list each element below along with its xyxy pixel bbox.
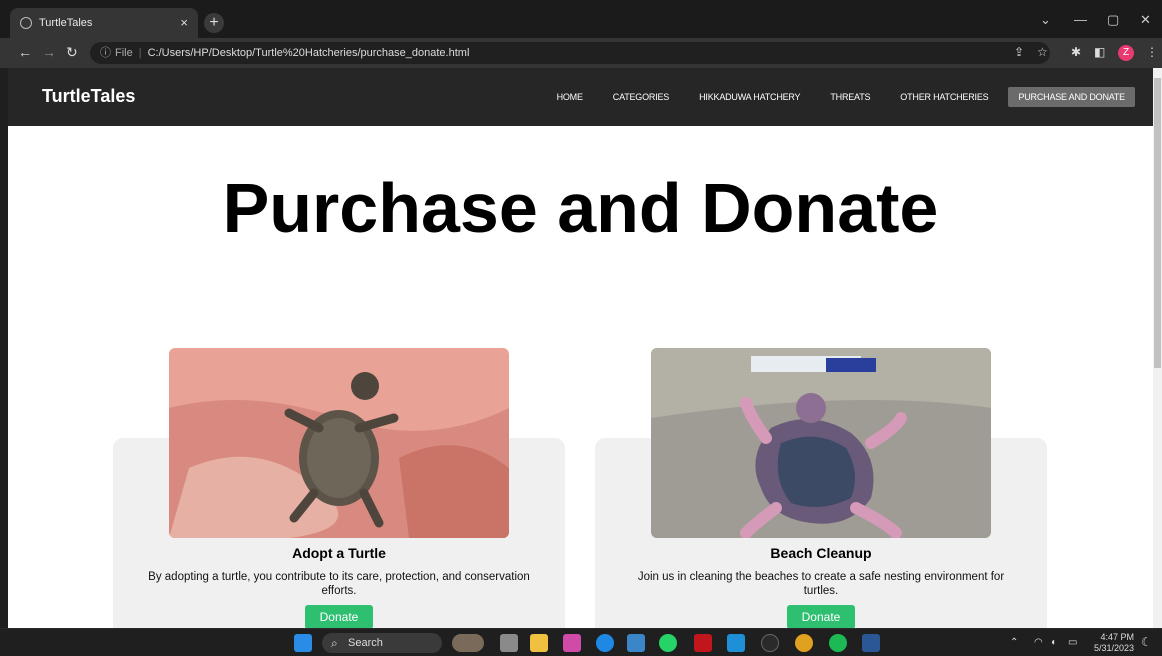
tab-close-icon[interactable]: × xyxy=(180,15,188,30)
browser-tab[interactable]: TurtleTales × xyxy=(10,8,198,38)
browser-tab-strip: TurtleTales × + ⌄ — ▢ ✕ xyxy=(0,0,1162,38)
taskbar-search[interactable]: ⌕ Search xyxy=(322,633,442,653)
card-title: Beach Cleanup xyxy=(770,545,872,561)
tab-title: TurtleTales xyxy=(39,17,93,29)
beach-cleanup-image xyxy=(651,348,991,538)
back-arrow-icon[interactable]: ← xyxy=(18,44,32,60)
nav-categories[interactable]: CATEGORIES xyxy=(603,87,679,107)
word-icon[interactable] xyxy=(862,634,880,652)
extensions-icon[interactable]: ✱ xyxy=(1071,45,1081,59)
page-viewport: TurtleTales HOME CATEGORIES HIKKADUWA HA… xyxy=(8,68,1153,628)
cleanup-donate-button[interactable]: Donate xyxy=(787,605,855,628)
clock-date: 5/31/2023 xyxy=(1094,643,1135,653)
task-view-icon[interactable] xyxy=(500,634,518,652)
nav-threats[interactable]: THREATS xyxy=(820,87,880,107)
browser-toolbar: ← → ↻ ⓘ File | C:/Users/HP/Desktop/Turtl… xyxy=(0,38,1162,68)
tray-chevron-icon[interactable]: ⌃ xyxy=(1010,637,1018,648)
tab-search-chevron-icon[interactable]: ⌄ xyxy=(1040,12,1051,28)
url-text: C:/Users/HP/Desktop/Turtle%20Hatcheries/… xyxy=(147,47,470,59)
scrollbar-thumb[interactable] xyxy=(1154,78,1161,368)
card-description: By adopting a turtle, you contribute to … xyxy=(148,571,530,597)
minimize-icon[interactable]: — xyxy=(1074,12,1087,27)
reload-icon[interactable]: ↻ xyxy=(66,44,78,61)
edge-icon[interactable] xyxy=(596,634,614,652)
netflix-icon[interactable] xyxy=(694,634,712,652)
nav-other-hatcheries[interactable]: OTHER HATCHERIES xyxy=(890,87,998,107)
profile-avatar[interactable]: Z xyxy=(1118,45,1134,61)
battery-icon[interactable]: ▭ xyxy=(1068,637,1077,648)
chrome-icon[interactable] xyxy=(795,634,813,652)
nav-hikkaduwa-hatchery[interactable]: HIKKADUWA HATCHERY xyxy=(689,87,810,107)
globe-icon xyxy=(20,17,32,29)
instagram-icon[interactable] xyxy=(563,634,581,652)
bookmark-star-icon[interactable]: ☆ xyxy=(1037,45,1048,59)
clock-time: 4:47 PM xyxy=(1100,632,1135,642)
adopt-donate-button[interactable]: Donate xyxy=(305,605,373,628)
card-title: Adopt a Turtle xyxy=(292,545,386,561)
wifi-icon[interactable]: ◠ xyxy=(1034,637,1043,648)
page-scrollbar[interactable] xyxy=(1153,68,1162,628)
volume-icon[interactable]: ◖ xyxy=(1050,637,1056,648)
windows-taskbar: ⌕ Search ⌃ ◠ ◖ ▭ 4:47 PM 5/31/2023 ☾ xyxy=(0,628,1162,656)
notifications-icon[interactable]: ☾ xyxy=(1141,635,1152,649)
new-tab-button[interactable]: + xyxy=(204,13,224,33)
store-icon[interactable] xyxy=(627,634,645,652)
window-close-icon[interactable]: ✕ xyxy=(1140,12,1151,28)
baby-turtle-image xyxy=(169,348,509,538)
whatsapp-icon[interactable] xyxy=(659,634,677,652)
info-icon[interactable]: ⓘ xyxy=(100,42,111,64)
spotify-icon[interactable] xyxy=(829,634,847,652)
site-menu: HOME CATEGORIES HIKKADUWA HATCHERY THREA… xyxy=(537,87,1135,107)
widgets-icon[interactable] xyxy=(452,634,484,652)
taskbar-clock[interactable]: 4:47 PM 5/31/2023 xyxy=(1094,632,1134,654)
taskbar-search-label: Search xyxy=(348,637,383,649)
search-icon: ⌕ xyxy=(331,636,338,650)
url-separator: | xyxy=(138,47,142,59)
card-description: Join us in cleaning the beaches to creat… xyxy=(637,571,1005,597)
page-title: Purchase and Donate xyxy=(222,169,939,247)
side-panel-icon[interactable]: ◧ xyxy=(1094,45,1105,59)
nav-home[interactable]: HOME xyxy=(547,87,593,107)
site-navbar: TurtleTales HOME CATEGORIES HIKKADUWA HA… xyxy=(8,68,1153,126)
file-explorer-icon[interactable] xyxy=(530,634,548,652)
vscode-icon[interactable] xyxy=(727,634,745,652)
restore-icon[interactable]: ▢ xyxy=(1107,12,1119,28)
forward-arrow-icon[interactable]: → xyxy=(42,44,56,60)
url-scheme-label: File xyxy=(115,47,133,59)
site-brand[interactable]: TurtleTales xyxy=(42,86,135,107)
dvd-player-icon[interactable] xyxy=(761,634,779,652)
share-icon[interactable]: ⇪ xyxy=(1014,45,1024,59)
windows-start-icon[interactable] xyxy=(294,634,312,652)
nav-purchase-and-donate[interactable]: PURCHASE AND DONATE xyxy=(1008,87,1135,107)
address-bar[interactable]: ⓘ File | C:/Users/HP/Desktop/Turtle%20Ha… xyxy=(90,42,1050,64)
browser-menu-icon[interactable]: ⋮ xyxy=(1146,45,1158,59)
